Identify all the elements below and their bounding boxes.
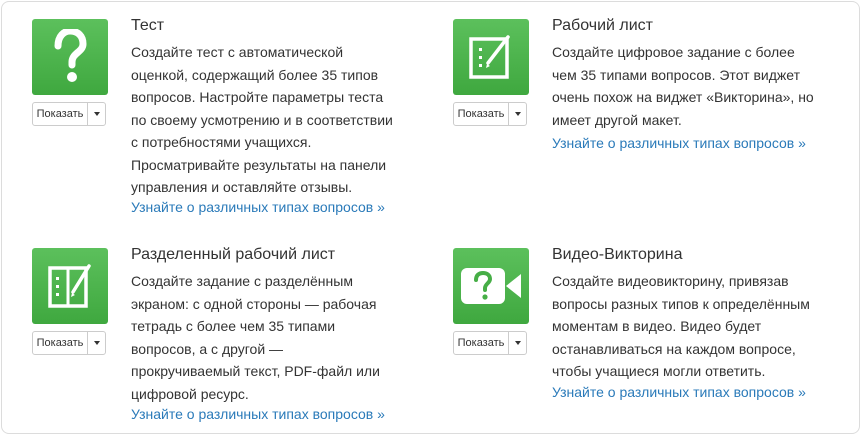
show-button-label: Показать: [33, 332, 88, 354]
show-dropdown-button[interactable]: Показать: [32, 331, 106, 355]
learn-question-types-link[interactable]: Узнайте о различных типах вопросов »: [131, 406, 385, 422]
learn-question-types-link[interactable]: Узнайте о различных типах вопросов »: [552, 384, 806, 400]
learn-question-types-link[interactable]: Узнайте о различных типах вопросов »: [131, 199, 385, 215]
card-description: Создайте видеовикторину, привязав вопрос…: [552, 270, 810, 383]
description-line: имеет другой макет.: [552, 111, 682, 128]
card-split-worksheet: Показать Разделенный рабочий лист Создай…: [32, 246, 422, 428]
show-button-label: Показать: [454, 103, 509, 125]
description-line: цифровой ресурс.: [131, 385, 249, 402]
caret-down-icon[interactable]: [88, 103, 105, 125]
worksheet-icon: [469, 35, 510, 79]
learn-question-types-link[interactable]: Узнайте о различных типах вопросов »: [552, 135, 806, 151]
widget-types-panel: Показать Тест Создайте тест с автоматиче…: [1, 1, 860, 434]
description-line: управления и оставляйте отзывы.: [131, 179, 353, 195]
description-line: Создайте цифровое задание с более: [552, 44, 795, 60]
description-line: Создайте видеовикторину, привязав: [552, 273, 789, 289]
show-dropdown-button[interactable]: Показать: [32, 102, 106, 126]
video-quiz-widget-icon-tile: [453, 248, 529, 324]
caret-down-icon[interactable]: [509, 103, 526, 125]
card-title: Видео-Викторина: [552, 246, 683, 263]
description-line: вопросов, а с другой —: [131, 340, 284, 357]
description-line: по своему усмотрению и в соответствии: [131, 111, 393, 128]
show-button-label: Показать: [33, 103, 88, 125]
description-line: с потребностями учащихся.: [131, 134, 312, 150]
card-description: Создайте цифровое задание с более чем 35…: [552, 41, 814, 131]
card-title: Тест: [131, 17, 165, 34]
description-line: очень похож на виджет «Викторина», но: [552, 89, 814, 105]
caret-down-icon[interactable]: [509, 332, 526, 354]
description-line: чтобы учащиеся могли ответить.: [552, 363, 766, 379]
description-line: Создайте задание с разделённым: [131, 273, 353, 289]
card-video-quiz: Показать Видео-Викторина Создайте видеов…: [453, 246, 848, 408]
test-widget-icon-tile: [32, 19, 108, 95]
split-worksheet-widget-icon-tile: [32, 248, 108, 324]
question-mark-icon: [54, 29, 87, 82]
worksheet-widget-icon-tile: [453, 19, 529, 95]
card-description: Создайте тест с автоматической оценкой, …: [131, 41, 393, 199]
card-test: Показать Тест Создайте тест с автоматиче…: [32, 17, 422, 219]
show-button-label: Показать: [454, 332, 509, 354]
card-title: Разделенный рабочий лист: [131, 246, 336, 263]
description-line: вопросы разных типов к определённым: [552, 295, 810, 312]
video-quiz-icon: [461, 268, 521, 304]
description-line: оценкой, содержащий более 35 типов: [131, 66, 379, 83]
description-line: экраном: с одной стороны — рабочая: [131, 295, 377, 312]
description-line: прокручиваемый текст, PDF-файл или: [131, 363, 380, 379]
show-dropdown-button[interactable]: Показать: [453, 102, 527, 126]
description-line: Создайте тест с автоматической: [131, 44, 344, 60]
description-line: вопросов. Настройте параметры теста: [131, 89, 384, 105]
card-description: Создайте задание с разделённым экраном: …: [131, 270, 380, 405]
card-title: Рабочий лист: [552, 17, 654, 34]
caret-down-icon[interactable]: [88, 332, 105, 354]
description-line: тетрадь с более чем 35 типами: [131, 318, 336, 334]
split-worksheet-icon: [48, 264, 91, 308]
card-worksheet: Показать Рабочий лист Создайте цифровое …: [453, 17, 848, 159]
description-line: останавливаться на каждом вопросе,: [552, 340, 796, 357]
description-line: Просматривайте результаты на панели: [131, 156, 387, 173]
description-line: чем 35 типами вопросов. Этот виджет: [552, 66, 800, 83]
show-dropdown-button[interactable]: Показать: [453, 331, 527, 355]
description-line: моментам в видео. Видео будет: [552, 318, 762, 334]
